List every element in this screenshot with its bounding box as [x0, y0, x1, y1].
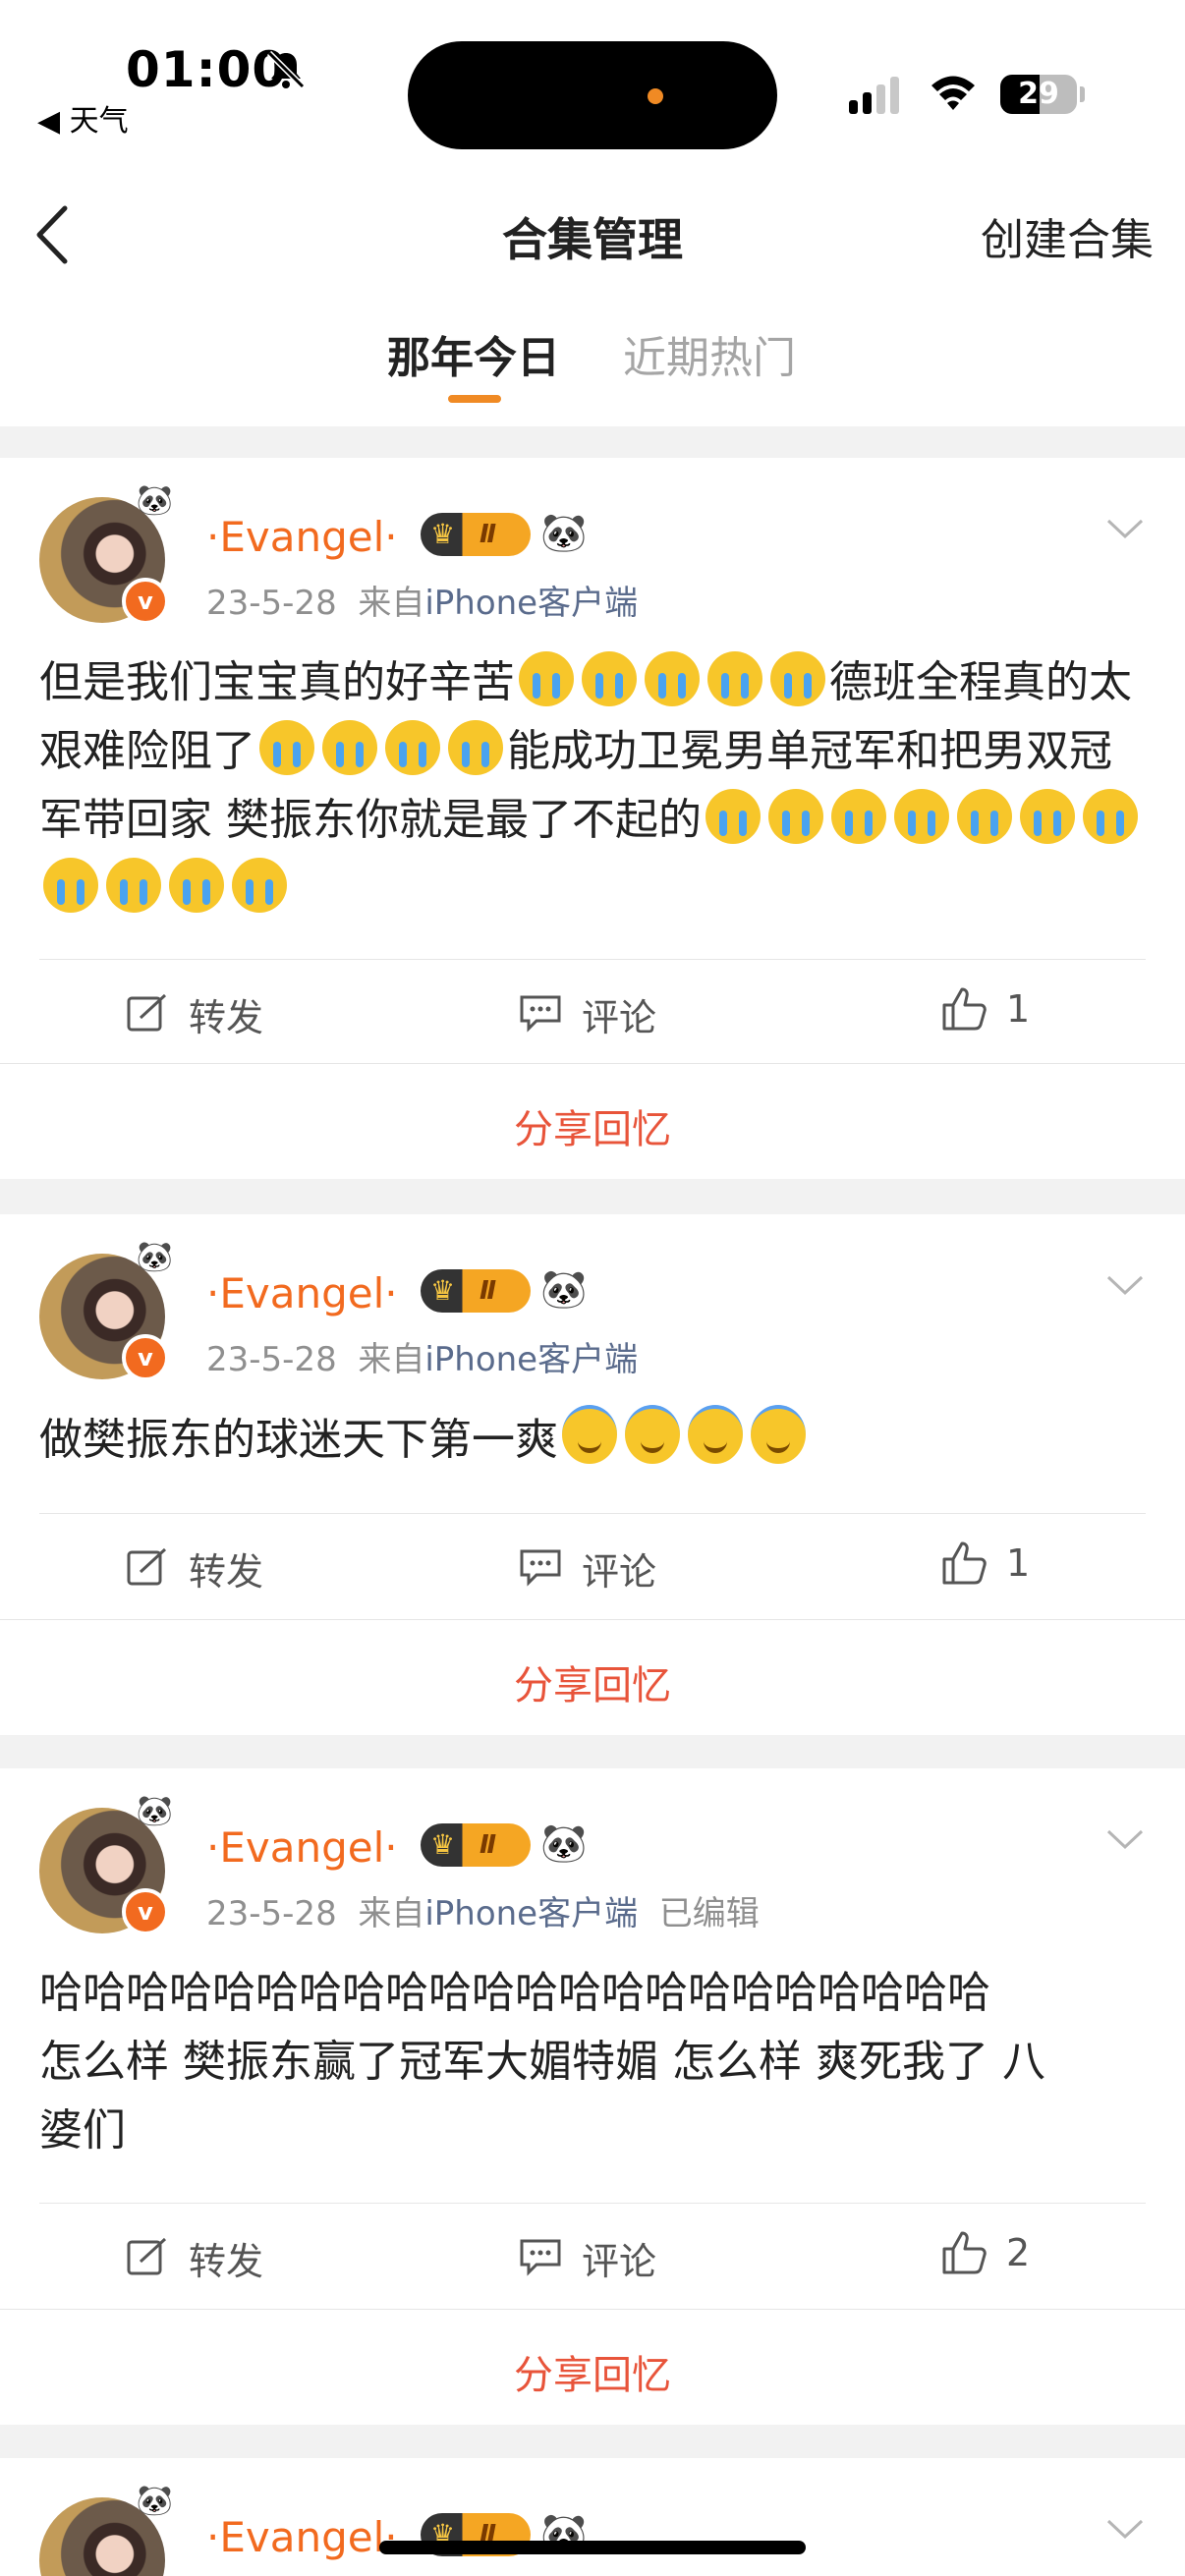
- edited-label: 已编辑: [658, 1894, 760, 1933]
- bell-muted-icon: [266, 50, 306, 89]
- back-to-app-link[interactable]: ◀ 天气: [37, 96, 129, 140]
- comment-icon: [520, 1549, 561, 1587]
- post-content: 做樊振东的球迷天下第一爽: [39, 1405, 1150, 1475]
- repost-icon: [127, 993, 167, 1032]
- panda-icon: 🐼: [540, 1821, 588, 1865]
- share-memory-button[interactable]: 分享回忆: [0, 2343, 1185, 2400]
- post-card: 🐼 v ·Evangel· ♛ Ⅱ 🐼 23-5-28 来自iPhone客户端 做樊…: [0, 1214, 1185, 1735]
- post-meta: 23-5-28 来自iPhone客户端: [206, 584, 639, 623]
- thumbs-up-icon: [942, 987, 987, 1031]
- angel-smile-emoji-icon: [625, 1405, 680, 1464]
- crying-emoji-icon: [582, 651, 637, 706]
- verified-badge-icon: v: [122, 1888, 169, 1935]
- post-meta: 23-5-28 来自iPhone客户端 已编辑: [206, 1894, 760, 1933]
- post-card: 🐼 v ·Evangel· ♛ Ⅱ 🐼 23-5-28 来自iPhone客户端 已编…: [0, 1768, 1185, 2425]
- avatar[interactable]: 🐼v: [39, 1794, 173, 1935]
- repost-icon: [127, 1547, 167, 1586]
- nav-bar: 合集管理 创建合集: [0, 177, 1185, 298]
- username[interactable]: ·Evangel·: [206, 2513, 398, 2561]
- crying-emoji-icon: [707, 651, 762, 706]
- post-content: 哈哈哈哈哈哈哈哈哈哈哈哈哈哈哈哈哈哈哈哈哈哈 怎么样 樊振东赢了冠军大媚特媚 怎…: [39, 1968, 1045, 2156]
- member-level-badge[interactable]: ♛ Ⅱ: [421, 1823, 531, 1867]
- chevron-down-icon[interactable]: [1106, 519, 1144, 540]
- post-actions: 转发 评论 1: [0, 1514, 1185, 1622]
- member-level-badge[interactable]: ♛ Ⅱ: [421, 1269, 531, 1313]
- create-collection-button[interactable]: 创建合集: [981, 204, 1154, 267]
- avatar[interactable]: 🐼v: [39, 1240, 173, 1381]
- battery-indicator: 29: [1000, 75, 1085, 114]
- crying-emoji-icon: [768, 789, 823, 844]
- tab-bar: 那年今日 近期热门: [0, 297, 1185, 426]
- crying-emoji-icon: [322, 720, 377, 775]
- chevron-down-icon[interactable]: [1106, 1829, 1144, 1851]
- chevron-down-icon[interactable]: [1106, 2519, 1144, 2541]
- share-memory-row: 分享回忆: [0, 1619, 1185, 1736]
- member-level-badge[interactable]: ♛ Ⅱ: [421, 513, 531, 556]
- post-card: 🐼v ·Evangel· ♛Ⅱ 🐼: [0, 2458, 1185, 2576]
- crown-icon: ♛: [430, 518, 456, 550]
- username[interactable]: ·Evangel·: [206, 1269, 398, 1317]
- chevron-down-icon[interactable]: [1106, 1275, 1144, 1297]
- crying-emoji-icon: [259, 720, 314, 775]
- dynamic-island: [408, 41, 777, 149]
- verified-badge-icon: v: [122, 1334, 169, 1381]
- tab-recent-hot[interactable]: 近期热门: [623, 322, 796, 385]
- share-memory-button[interactable]: 分享回忆: [0, 1653, 1185, 1710]
- crying-emoji-icon: [448, 720, 503, 775]
- avatar[interactable]: 🐼v: [39, 2484, 173, 2576]
- username[interactable]: ·Evangel·: [206, 1823, 398, 1872]
- share-memory-row: 分享回忆: [0, 2309, 1185, 2426]
- wifi-icon: [931, 76, 975, 110]
- crying-emoji-icon: [169, 858, 224, 913]
- crying-emoji-icon: [1083, 789, 1138, 844]
- status-bar: 01:00 ◀ 天气 29: [0, 0, 1185, 177]
- crown-icon: ♛: [430, 1828, 456, 1861]
- cellular-signal-icon: [849, 77, 899, 114]
- crying-emoji-icon: [106, 858, 161, 913]
- post-content: 但是我们宝宝真的好辛苦 德班全程真的太艰难险阻了 能成功卫冕男单冠军和把男双冠军带回…: [39, 648, 1150, 924]
- angel-smile-emoji-icon: [562, 1405, 617, 1464]
- repost-icon: [127, 2237, 167, 2275]
- panda-icon: 🐼: [540, 511, 588, 554]
- post-actions: 转发 评论 1: [0, 960, 1185, 1068]
- crying-emoji-icon: [645, 651, 700, 706]
- comment-icon: [520, 995, 561, 1033]
- crying-emoji-icon: [957, 789, 1012, 844]
- angel-smile-emoji-icon: [688, 1405, 743, 1464]
- crying-emoji-icon: [519, 651, 574, 706]
- thumbs-up-icon: [942, 2231, 987, 2274]
- angel-smile-emoji-icon: [751, 1405, 806, 1464]
- crying-emoji-icon: [831, 789, 886, 844]
- crying-emoji-icon: [385, 720, 440, 775]
- post-card: 🐼 v ·Evangel· ♛ Ⅱ 🐼 23-5-28 来自iPhone客户端 但是…: [0, 458, 1185, 1179]
- tab-indicator: [448, 395, 501, 403]
- crown-icon: ♛: [430, 1274, 456, 1307]
- status-time: 01:00: [126, 41, 288, 98]
- panda-icon: 🐼: [540, 1267, 588, 1311]
- crying-emoji-icon: [705, 789, 761, 844]
- crying-emoji-icon: [1020, 789, 1075, 844]
- crying-emoji-icon: [770, 651, 825, 706]
- crying-emoji-icon: [232, 858, 287, 913]
- crying-emoji-icon: [43, 858, 98, 913]
- share-memory-button[interactable]: 分享回忆: [0, 1097, 1185, 1154]
- share-memory-row: 分享回忆: [0, 1063, 1185, 1180]
- thumbs-up-icon: [942, 1541, 987, 1585]
- comment-icon: [520, 2239, 561, 2276]
- username[interactable]: ·Evangel·: [206, 513, 398, 561]
- crying-emoji-icon: [894, 789, 949, 844]
- home-indicator[interactable]: [379, 2541, 806, 2554]
- post-meta: 23-5-28 来自iPhone客户端: [206, 1340, 639, 1379]
- tab-on-this-day[interactable]: 那年今日: [387, 322, 560, 385]
- post-actions: 转发 评论 2: [0, 2204, 1185, 2312]
- verified-badge-icon: v: [122, 578, 169, 625]
- avatar[interactable]: 🐼v: [39, 483, 173, 625]
